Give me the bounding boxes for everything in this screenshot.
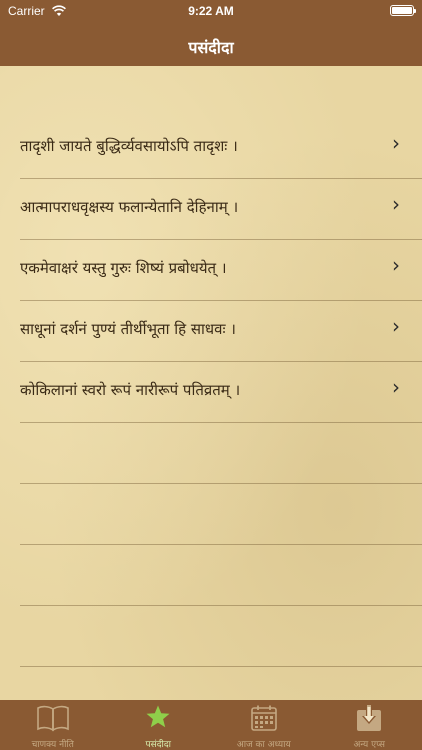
divider bbox=[20, 605, 422, 606]
divider bbox=[20, 666, 422, 667]
tab-label: पसंदीदा bbox=[145, 740, 171, 750]
tab-label: चाणक्य नीति bbox=[31, 740, 74, 750]
list-item[interactable]: एकमेवाक्षरं यस्तु गुरुः शिष्यं प्रबोधयेत… bbox=[0, 239, 422, 300]
tab-todays-chapter[interactable]: आज का अध्याय bbox=[211, 700, 317, 750]
battery-icon bbox=[390, 5, 416, 16]
navigation-bar: Carrier 9:22 AM पसंदीदा bbox=[0, 0, 422, 66]
tab-other-apps[interactable]: अन्य एप्स bbox=[317, 700, 422, 750]
divider bbox=[20, 483, 422, 484]
chevron-right-icon: › bbox=[392, 131, 400, 155]
divider bbox=[20, 544, 422, 545]
list-item[interactable]: कोकिलानां स्वरो रूपं नारीरूपं पतिव्रतम् … bbox=[0, 361, 422, 422]
page-title: पसंदीदा bbox=[188, 38, 234, 57]
status-bar: Carrier 9:22 AM bbox=[0, 0, 422, 22]
list-item-text: तादृशी जायते बुद्धिर्व्यवसायोऽपि तादृशः … bbox=[20, 137, 238, 155]
download-icon bbox=[357, 705, 382, 731]
list-item-text: आत्मापराधवृक्षस्य फलान्येतानि देहिनाम् । bbox=[20, 198, 239, 216]
list-item[interactable]: तादृशी जायते बुद्धिर्व्यवसायोऽपि तादृशः … bbox=[0, 117, 422, 178]
divider bbox=[20, 422, 422, 423]
tab-chanakya-niti[interactable]: चाणक्य नीति bbox=[0, 700, 106, 750]
list-item[interactable]: साधूनां दर्शनं पुण्यं तीर्थीभूता हि साधव… bbox=[0, 300, 422, 361]
chevron-right-icon: › bbox=[392, 314, 400, 338]
list-item-text: साधूनां दर्शनं पुण्यं तीर्थीभूता हि साधव… bbox=[20, 320, 236, 338]
chevron-right-icon: › bbox=[392, 375, 400, 399]
favorites-list: तादृशी जायते बुद्धिर्व्यवसायोऽपि तादृशः … bbox=[0, 66, 422, 700]
calendar-icon bbox=[250, 705, 277, 731]
tab-favorites[interactable]: पसंदीदा bbox=[106, 700, 212, 750]
tab-bar: चाणक्य नीति पसंदीदा आज का अध्याय अन्य एप… bbox=[0, 700, 422, 750]
clock: 9:22 AM bbox=[188, 4, 234, 18]
tab-label: आज का अध्याय bbox=[236, 740, 291, 750]
chevron-right-icon: › bbox=[392, 192, 400, 216]
list-item-text: कोकिलानां स्वरो रूपं नारीरूपं पतिव्रतम् … bbox=[20, 381, 241, 399]
book-icon bbox=[36, 705, 69, 732]
chevron-right-icon: › bbox=[392, 253, 400, 277]
tab-label: अन्य एप्स bbox=[353, 740, 386, 750]
list-item-text: एकमेवाक्षरं यस्तु गुरुः शिष्यं प्रबोधयेत… bbox=[20, 259, 227, 277]
star-icon bbox=[146, 705, 170, 728]
list-item[interactable]: आत्मापराधवृक्षस्य फलान्येतानि देहिनाम् ।… bbox=[0, 178, 422, 239]
